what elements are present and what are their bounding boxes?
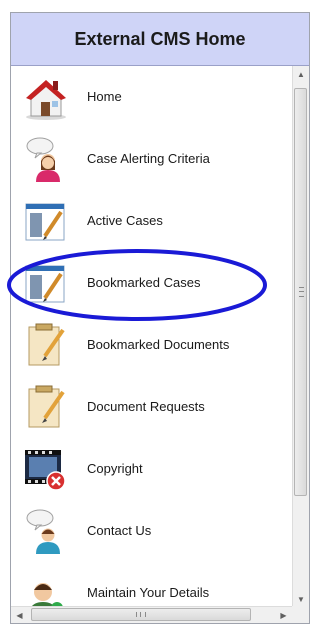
person-icon [23,570,69,608]
scroll-right-arrow-icon[interactable]: ▶ [275,607,292,623]
menu-item-label: Copyright [87,461,143,476]
menu-item-label: Document Requests [87,399,205,414]
grip-icon [299,287,304,297]
menu-item-home[interactable]: Home [11,66,291,126]
menu-item-document-requests[interactable]: Document Requests [11,376,291,436]
clipboard-pencil-icon [23,384,69,430]
menu-item-copyright[interactable]: Copyright [11,438,291,498]
window-pencil-icon [23,198,69,244]
horizontal-scrollbar[interactable]: ◀ ▶ [11,606,292,623]
scroll-left-arrow-icon[interactable]: ◀ [11,607,28,623]
menu-item-case-alerting-criteria[interactable]: Case Alerting Criteria [11,128,291,188]
film-error-icon [23,446,69,492]
menu-item-label: Bookmarked Cases [87,275,201,290]
menu-list: Home Case Alerting Criteria Active Cases… [11,66,291,608]
menu-item-label: Contact Us [87,523,152,538]
vertical-scrollbar[interactable]: ▲ ▼ [292,66,309,608]
vertical-scroll-thumb[interactable] [294,88,307,496]
menu-item-bookmarked-cases[interactable]: Bookmarked Cases [11,252,291,312]
house-icon [23,74,69,120]
menu-item-active-cases[interactable]: Active Cases [11,190,291,250]
menu-item-label: Bookmarked Documents [87,337,230,352]
window-pencil-icon [23,260,69,306]
scrollbar-corner [292,606,309,623]
page-title: External CMS Home [74,28,246,49]
menu-item-bookmarked-documents[interactable]: Bookmarked Documents [11,314,291,374]
menu-item-contact-us[interactable]: Contact Us [11,500,291,560]
person-speech-icon [23,136,69,182]
clipboard-pencil-icon [23,322,69,368]
grip-icon [136,612,146,617]
menu-item-label: Maintain Your Details [87,585,210,600]
menu-item-label: Home [87,89,122,104]
person-speech-icon [23,508,69,554]
scroll-up-arrow-icon[interactable]: ▲ [293,66,309,83]
cms-home-panel: External CMS Home Home Case Alerting Cri… [10,12,310,624]
menu-item-label: Active Cases [87,213,163,228]
menu-item-label: Case Alerting Criteria [87,151,210,166]
menu-item-maintain-your-details[interactable]: Maintain Your Details [11,562,291,608]
panel-header: External CMS Home [11,13,309,66]
horizontal-scroll-thumb[interactable] [31,608,251,621]
